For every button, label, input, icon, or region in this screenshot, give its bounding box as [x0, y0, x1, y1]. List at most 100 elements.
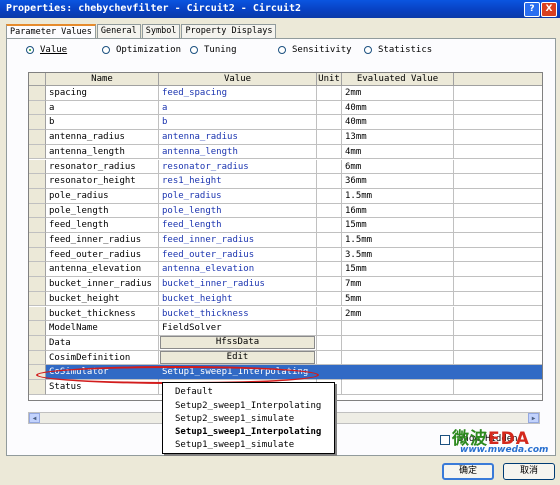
row-unit[interactable]	[317, 247, 342, 263]
table-row[interactable]: antenna_length antenna_length 4mm	[29, 144, 542, 160]
row-value[interactable]: bucket_height	[159, 291, 317, 307]
radio-sensitivity-dot[interactable]	[278, 46, 286, 54]
radio-value[interactable]: Value	[26, 45, 67, 55]
column-header-unit[interactable]: Unit	[317, 73, 342, 86]
row-value[interactable]: antenna_length	[159, 144, 317, 160]
row-header	[29, 262, 46, 278]
table-row[interactable]: bucket_thickness bucket_thickness 2mm	[29, 306, 542, 322]
row-value[interactable]: feed_inner_radius	[159, 233, 317, 248]
column-header-spacer	[454, 73, 542, 86]
radio-optimization[interactable]: Optimization	[102, 45, 181, 55]
table-row[interactable]: resonator_height res1_height 36mm	[29, 174, 542, 189]
table-row[interactable]: feed_length feed_length 15mm	[29, 218, 542, 233]
row-unit[interactable]	[317, 262, 342, 278]
close-button[interactable]: X	[541, 2, 557, 17]
row-unit[interactable]	[317, 115, 342, 131]
hfss-data-button[interactable]: HfssData	[160, 336, 315, 349]
table-row-cosim-definition[interactable]: CosimDefinition Edit	[29, 350, 542, 366]
ok-button[interactable]: 确定	[442, 463, 494, 480]
tab-general[interactable]: General	[96, 24, 141, 38]
row-unit[interactable]	[317, 306, 342, 322]
table-row[interactable]: pole_length pole_length 16mm	[29, 203, 542, 219]
row-unit[interactable]	[317, 144, 342, 160]
dropdown-option[interactable]: Default	[175, 386, 213, 399]
row-name: bucket_height	[46, 291, 159, 307]
row-value[interactable]: antenna_elevation	[159, 262, 317, 278]
row-value[interactable]: feed_outer_radius	[159, 247, 317, 263]
table-row[interactable]: spacing feed_spacing 2mm	[29, 86, 542, 101]
row-unit[interactable]	[317, 203, 342, 219]
radio-tuning-dot[interactable]	[190, 46, 198, 54]
row-value[interactable]: a	[159, 100, 317, 116]
row-value[interactable]: b	[159, 115, 317, 131]
table-row[interactable]: feed_outer_radius feed_outer_radius 3.5mm	[29, 247, 542, 263]
radio-optimization-dot[interactable]	[102, 46, 110, 54]
cancel-button[interactable]: 取消	[503, 463, 555, 480]
horizontal-scrollbar[interactable]: ◀	[28, 412, 180, 424]
grid-corner-header	[29, 73, 46, 86]
row-value[interactable]: bucket_inner_radius	[159, 277, 317, 292]
radio-value-dot[interactable]	[26, 46, 34, 54]
row-unit[interactable]	[317, 233, 342, 248]
row-unit[interactable]	[317, 86, 342, 101]
row-unit[interactable]	[317, 321, 342, 336]
row-unit[interactable]	[317, 159, 342, 175]
dropdown-option[interactable]: Setup1_sweep1_simulate	[175, 439, 294, 452]
tab-property-displays[interactable]: Property Displays	[181, 24, 277, 38]
table-row[interactable]: antenna_radius antenna_radius 13mm	[29, 130, 542, 145]
row-value[interactable]: antenna_radius	[159, 130, 317, 145]
row-unit[interactable]	[317, 291, 342, 307]
row-header	[29, 218, 46, 233]
radio-statistics[interactable]: Statistics	[364, 45, 432, 55]
show-hidden-checkbox[interactable]	[440, 435, 450, 445]
row-unit[interactable]	[317, 277, 342, 292]
scroll-left-icon[interactable]: ◀	[29, 413, 40, 423]
table-row-data[interactable]: Data HfssData	[29, 336, 542, 351]
row-value[interactable]: resonator_radius	[159, 159, 317, 175]
row-evaluated: 2mm	[342, 306, 454, 322]
row-value[interactable]: bucket_thickness	[159, 306, 317, 322]
row-spacer	[454, 145, 542, 160]
table-row[interactable]: a a 40mm	[29, 100, 542, 116]
scroll-right-icon[interactable]: ▶	[528, 413, 539, 423]
radio-statistics-label: Statistics	[378, 45, 433, 55]
row-evaluated: 3.5mm	[342, 247, 454, 263]
column-header-name[interactable]: Name	[46, 73, 159, 86]
column-header-value[interactable]: Value	[159, 73, 317, 86]
table-row[interactable]: b b 40mm	[29, 115, 542, 131]
dropdown-option[interactable]: Setup2_sweep1_Interpolating	[175, 400, 321, 413]
table-row[interactable]: resonator_radius resonator_radius 6mm	[29, 159, 542, 175]
radio-sensitivity[interactable]: Sensitivity	[278, 45, 352, 55]
radio-tuning[interactable]: Tuning	[190, 45, 237, 55]
dropdown-option[interactable]: Setup2_sweep1_simulate	[175, 413, 294, 426]
row-header	[29, 233, 46, 248]
table-row[interactable]: pole_radius pole_radius 1.5mm	[29, 188, 542, 204]
table-row[interactable]: bucket_inner_radius bucket_inner_radius 7m…	[29, 277, 542, 292]
table-row[interactable]: feed_inner_radius feed_inner_radius 1.5mm	[29, 233, 542, 248]
row-value[interactable]: feed_spacing	[159, 86, 317, 101]
row-value[interactable]: FieldSolver	[159, 321, 317, 336]
help-button[interactable]: ?	[524, 2, 540, 17]
table-row[interactable]: bucket_height bucket_height 5mm	[29, 291, 542, 307]
row-unit[interactable]	[317, 174, 342, 189]
tab-symbol[interactable]: Symbol	[141, 24, 181, 38]
table-row[interactable]: ModelName FieldSolver	[29, 321, 542, 336]
row-unit[interactable]	[317, 130, 342, 145]
row-value[interactable]: pole_length	[159, 203, 317, 219]
row-unit[interactable]	[317, 218, 342, 233]
cosimulator-select[interactable]: Setup1_sweep1_Interpolating	[159, 365, 317, 381]
row-value[interactable]: feed_length	[159, 218, 317, 233]
horizontal-scrollbar-track[interactable]: ▶	[333, 412, 540, 424]
row-value[interactable]: pole_radius	[159, 188, 317, 204]
table-row[interactable]: antenna_elevation antenna_elevation 15mm	[29, 262, 542, 278]
row-unit[interactable]	[317, 100, 342, 116]
column-header-evaluated-value[interactable]: Evaluated Value	[342, 73, 454, 86]
row-name: antenna_radius	[46, 130, 159, 145]
row-unit[interactable]	[317, 188, 342, 204]
radio-sensitivity-label: Sensitivity	[292, 45, 352, 55]
dropdown-option-selected[interactable]: Setup1_sweep1_Interpolating	[175, 426, 321, 439]
table-row-cosimulator[interactable]: CoSimulator Setup1_sweep1_Interpolating	[29, 365, 542, 381]
radio-statistics-dot[interactable]	[364, 46, 372, 54]
row-value[interactable]: res1_height	[159, 174, 317, 189]
edit-button[interactable]: Edit	[160, 350, 315, 364]
